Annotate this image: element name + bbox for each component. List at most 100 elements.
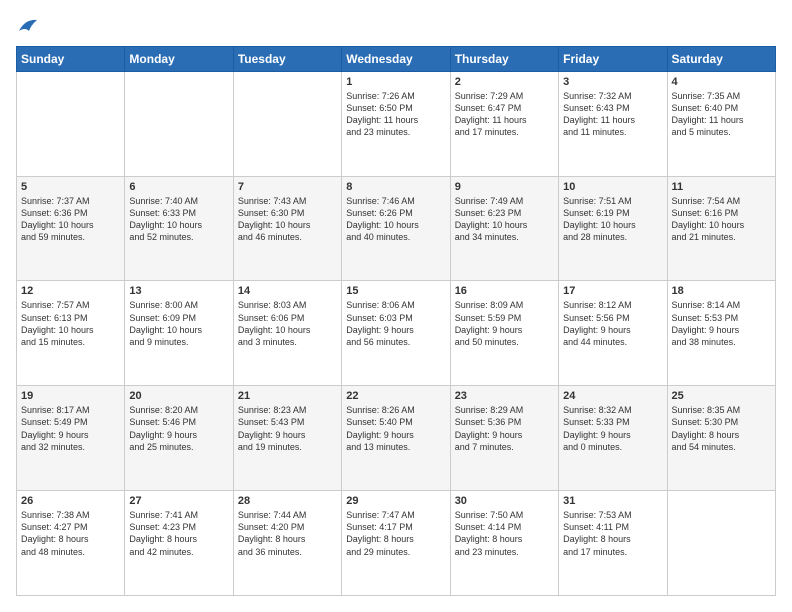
calendar-cell: 17 Sunrise: 8:12 AM Sunset: 5:56 PM Dayli…: [559, 281, 667, 386]
day-number: 20: [129, 390, 228, 402]
week-row-3: 12 Sunrise: 7:57 AM Sunset: 6:13 PM Dayli…: [17, 281, 776, 386]
cell-text: Sunrise: 8:26 AM Sunset: 5:40 PM Dayligh…: [346, 404, 445, 453]
calendar-cell: 13Sunrise: 8:00 AM Sunset: 6:09 PM Dayli…: [125, 281, 233, 386]
week-row-4: 19 Sunrise: 8:17 AM Sunset: 5:49 PM Dayli…: [17, 386, 776, 491]
cell-text: Sunrise: 8:20 AM Sunset: 5:46 PM Dayligh…: [129, 404, 228, 453]
calendar-cell: 15 Sunrise: 8:06 AM Sunset: 6:03 PM Dayli…: [342, 281, 450, 386]
calendar-cell: 2 Sunrise: 7:29 AM Sunset: 6:47 PM Daylig…: [450, 71, 558, 176]
weekday-header-row: SundayMondayTuesdayWednesdayThursdayFrid…: [17, 46, 776, 71]
cell-text: Sunrise: 8:03 AM Sunset: 6:06 PM Dayligh…: [238, 299, 337, 348]
day-number: 5: [21, 181, 120, 193]
calendar-cell: [233, 71, 341, 176]
calendar-cell: [125, 71, 233, 176]
calendar-cell: 26 Sunrise: 7:38 AM Sunset: 4:27 PM Dayli…: [17, 491, 125, 596]
day-number: 10: [563, 181, 662, 193]
cell-text: Sunrise: 7:57 AM Sunset: 6:13 PM Dayligh…: [21, 299, 120, 348]
cell-text: Sunrise: 7:29 AM Sunset: 6:47 PM Dayligh…: [455, 90, 554, 139]
cell-text: Sunrise: 8:09 AM Sunset: 5:59 PM Dayligh…: [455, 299, 554, 348]
cell-text: Sunrise: 7:43 AM Sunset: 6:30 PM Dayligh…: [238, 195, 337, 244]
calendar-cell: 3 Sunrise: 7:32 AM Sunset: 6:43 PM Daylig…: [559, 71, 667, 176]
weekday-header-thursday: Thursday: [450, 46, 558, 71]
day-number: 21: [238, 390, 337, 402]
calendar-cell: 5 Sunrise: 7:37 AM Sunset: 6:36 PM Daylig…: [17, 176, 125, 281]
day-number: 7: [238, 181, 337, 193]
calendar-cell: 7 Sunrise: 7:43 AM Sunset: 6:30 PM Daylig…: [233, 176, 341, 281]
calendar-cell: 27 Sunrise: 7:41 AM Sunset: 4:23 PM Dayli…: [125, 491, 233, 596]
weekday-header-monday: Monday: [125, 46, 233, 71]
week-row-5: 26 Sunrise: 7:38 AM Sunset: 4:27 PM Dayli…: [17, 491, 776, 596]
week-row-1: 1 Sunrise: 7:26 AM Sunset: 6:50 PM Daylig…: [17, 71, 776, 176]
calendar-cell: 23 Sunrise: 8:29 AM Sunset: 5:36 PM Dayli…: [450, 386, 558, 491]
cell-text: Sunrise: 7:41 AM Sunset: 4:23 PM Dayligh…: [129, 509, 228, 558]
calendar-cell: 11Sunrise: 7:54 AM Sunset: 6:16 PM Dayli…: [667, 176, 775, 281]
day-number: 25: [672, 390, 771, 402]
day-number: 29: [346, 495, 445, 507]
day-number: 12: [21, 285, 120, 297]
weekday-header-sunday: Sunday: [17, 46, 125, 71]
calendar-cell: [667, 491, 775, 596]
logo-bird-icon: [17, 17, 39, 35]
day-number: 18: [672, 285, 771, 297]
day-number: 1: [346, 76, 445, 88]
day-number: 15: [346, 285, 445, 297]
cell-text: Sunrise: 8:35 AM Sunset: 5:30 PM Dayligh…: [672, 404, 771, 453]
day-number: 30: [455, 495, 554, 507]
cell-text: Sunrise: 7:32 AM Sunset: 6:43 PM Dayligh…: [563, 90, 662, 139]
calendar-cell: 8 Sunrise: 7:46 AM Sunset: 6:26 PM Daylig…: [342, 176, 450, 281]
day-number: 6: [129, 181, 228, 193]
calendar-cell: 6Sunrise: 7:40 AM Sunset: 6:33 PM Daylig…: [125, 176, 233, 281]
cell-text: Sunrise: 7:54 AM Sunset: 6:16 PM Dayligh…: [672, 195, 771, 244]
cell-text: Sunrise: 7:35 AM Sunset: 6:40 PM Dayligh…: [672, 90, 771, 139]
calendar-cell: 12 Sunrise: 7:57 AM Sunset: 6:13 PM Dayli…: [17, 281, 125, 386]
calendar-cell: 20 Sunrise: 8:20 AM Sunset: 5:46 PM Dayli…: [125, 386, 233, 491]
calendar-cell: 24 Sunrise: 8:32 AM Sunset: 5:33 PM Dayli…: [559, 386, 667, 491]
calendar-cell: 22 Sunrise: 8:26 AM Sunset: 5:40 PM Dayli…: [342, 386, 450, 491]
day-number: 19: [21, 390, 120, 402]
day-number: 26: [21, 495, 120, 507]
calendar-cell: 19 Sunrise: 8:17 AM Sunset: 5:49 PM Dayli…: [17, 386, 125, 491]
calendar-cell: 4 Sunrise: 7:35 AM Sunset: 6:40 PM Daylig…: [667, 71, 775, 176]
cell-text: Sunrise: 7:50 AM Sunset: 4:14 PM Dayligh…: [455, 509, 554, 558]
cell-text: Sunrise: 8:29 AM Sunset: 5:36 PM Dayligh…: [455, 404, 554, 453]
day-number: 17: [563, 285, 662, 297]
cell-text: Sunrise: 7:37 AM Sunset: 6:36 PM Dayligh…: [21, 195, 120, 244]
calendar-table: SundayMondayTuesdayWednesdayThursdayFrid…: [16, 46, 776, 596]
calendar-cell: 14 Sunrise: 8:03 AM Sunset: 6:06 PM Dayli…: [233, 281, 341, 386]
calendar-cell: 1 Sunrise: 7:26 AM Sunset: 6:50 PM Daylig…: [342, 71, 450, 176]
logo: [16, 16, 41, 36]
calendar-cell: 18Sunrise: 8:14 AM Sunset: 5:53 PM Dayli…: [667, 281, 775, 386]
week-row-2: 5 Sunrise: 7:37 AM Sunset: 6:36 PM Daylig…: [17, 176, 776, 281]
day-number: 8: [346, 181, 445, 193]
day-number: 4: [672, 76, 771, 88]
day-number: 2: [455, 76, 554, 88]
day-number: 27: [129, 495, 228, 507]
cell-text: Sunrise: 8:32 AM Sunset: 5:33 PM Dayligh…: [563, 404, 662, 453]
cell-text: Sunrise: 8:17 AM Sunset: 5:49 PM Dayligh…: [21, 404, 120, 453]
day-number: 16: [455, 285, 554, 297]
calendar-cell: 31Sunrise: 7:53 AM Sunset: 4:11 PM Dayli…: [559, 491, 667, 596]
calendar-cell: 30 Sunrise: 7:50 AM Sunset: 4:14 PM Dayli…: [450, 491, 558, 596]
cell-text: Sunrise: 7:46 AM Sunset: 6:26 PM Dayligh…: [346, 195, 445, 244]
day-number: 22: [346, 390, 445, 402]
day-number: 23: [455, 390, 554, 402]
day-number: 14: [238, 285, 337, 297]
calendar-cell: 21Sunrise: 8:23 AM Sunset: 5:43 PM Dayli…: [233, 386, 341, 491]
calendar-cell: 9Sunrise: 7:49 AM Sunset: 6:23 PM Daylig…: [450, 176, 558, 281]
calendar-cell: [17, 71, 125, 176]
cell-text: Sunrise: 7:26 AM Sunset: 6:50 PM Dayligh…: [346, 90, 445, 139]
weekday-header-tuesday: Tuesday: [233, 46, 341, 71]
cell-text: Sunrise: 8:06 AM Sunset: 6:03 PM Dayligh…: [346, 299, 445, 348]
calendar-cell: 16 Sunrise: 8:09 AM Sunset: 5:59 PM Dayli…: [450, 281, 558, 386]
cell-text: Sunrise: 7:49 AM Sunset: 6:23 PM Dayligh…: [455, 195, 554, 244]
header: [16, 16, 776, 36]
calendar-cell: 28Sunrise: 7:44 AM Sunset: 4:20 PM Dayli…: [233, 491, 341, 596]
cell-text: Sunrise: 8:12 AM Sunset: 5:56 PM Dayligh…: [563, 299, 662, 348]
page: SundayMondayTuesdayWednesdayThursdayFrid…: [0, 0, 792, 612]
calendar-cell: 29Sunrise: 7:47 AM Sunset: 4:17 PM Dayli…: [342, 491, 450, 596]
cell-text: Sunrise: 7:38 AM Sunset: 4:27 PM Dayligh…: [21, 509, 120, 558]
weekday-header-friday: Friday: [559, 46, 667, 71]
logo-general: [16, 16, 39, 36]
cell-text: Sunrise: 7:51 AM Sunset: 6:19 PM Dayligh…: [563, 195, 662, 244]
day-number: 3: [563, 76, 662, 88]
day-number: 24: [563, 390, 662, 402]
